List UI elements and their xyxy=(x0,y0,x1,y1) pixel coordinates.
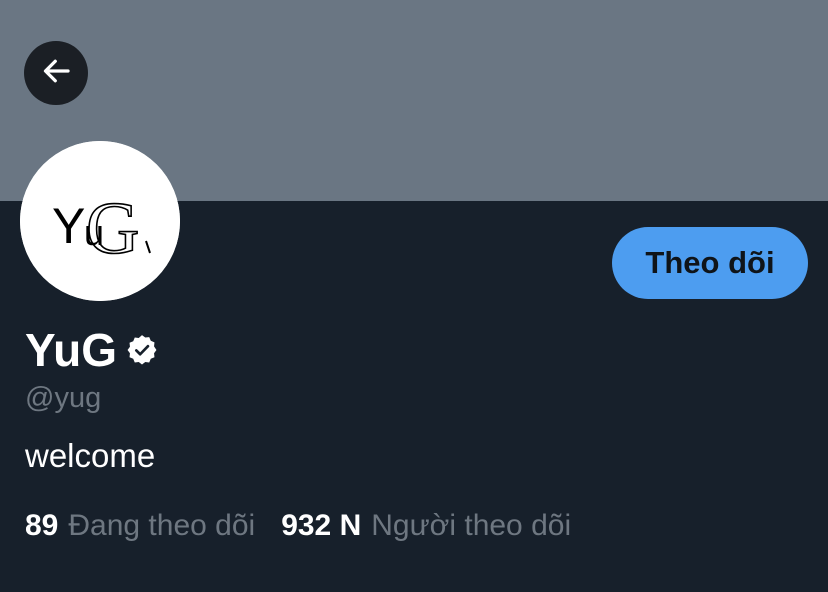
profile-stats: 89 Đang theo dõi 932 N Người theo dõi xyxy=(25,506,571,546)
arrow-left-icon xyxy=(38,53,74,94)
followers-label: Người theo dõi xyxy=(371,509,572,542)
avatar-logo: Y u G xyxy=(20,141,180,301)
svg-text:G: G xyxy=(86,188,139,270)
display-name: YuG xyxy=(25,324,118,376)
following-label: Đang theo dõi xyxy=(68,509,256,542)
following-count: 89 xyxy=(25,509,59,542)
profile-page: Y u G Theo dõi YuG @yug welcome 89 Đang … xyxy=(0,0,828,592)
follow-button[interactable]: Theo dõi xyxy=(612,227,808,299)
svg-text:Y: Y xyxy=(52,198,85,254)
profile-handle: @yug xyxy=(25,382,102,414)
followers-stat[interactable]: 932 N Người theo dõi xyxy=(281,506,571,546)
back-button[interactable] xyxy=(24,41,88,105)
profile-bio: welcome xyxy=(25,437,156,474)
name-row: YuG xyxy=(25,322,159,378)
following-stat[interactable]: 89 Đang theo dõi xyxy=(25,506,255,546)
verified-badge-icon[interactable] xyxy=(125,333,159,367)
followers-count: 932 N xyxy=(281,509,362,542)
avatar[interactable]: Y u G xyxy=(20,141,180,301)
